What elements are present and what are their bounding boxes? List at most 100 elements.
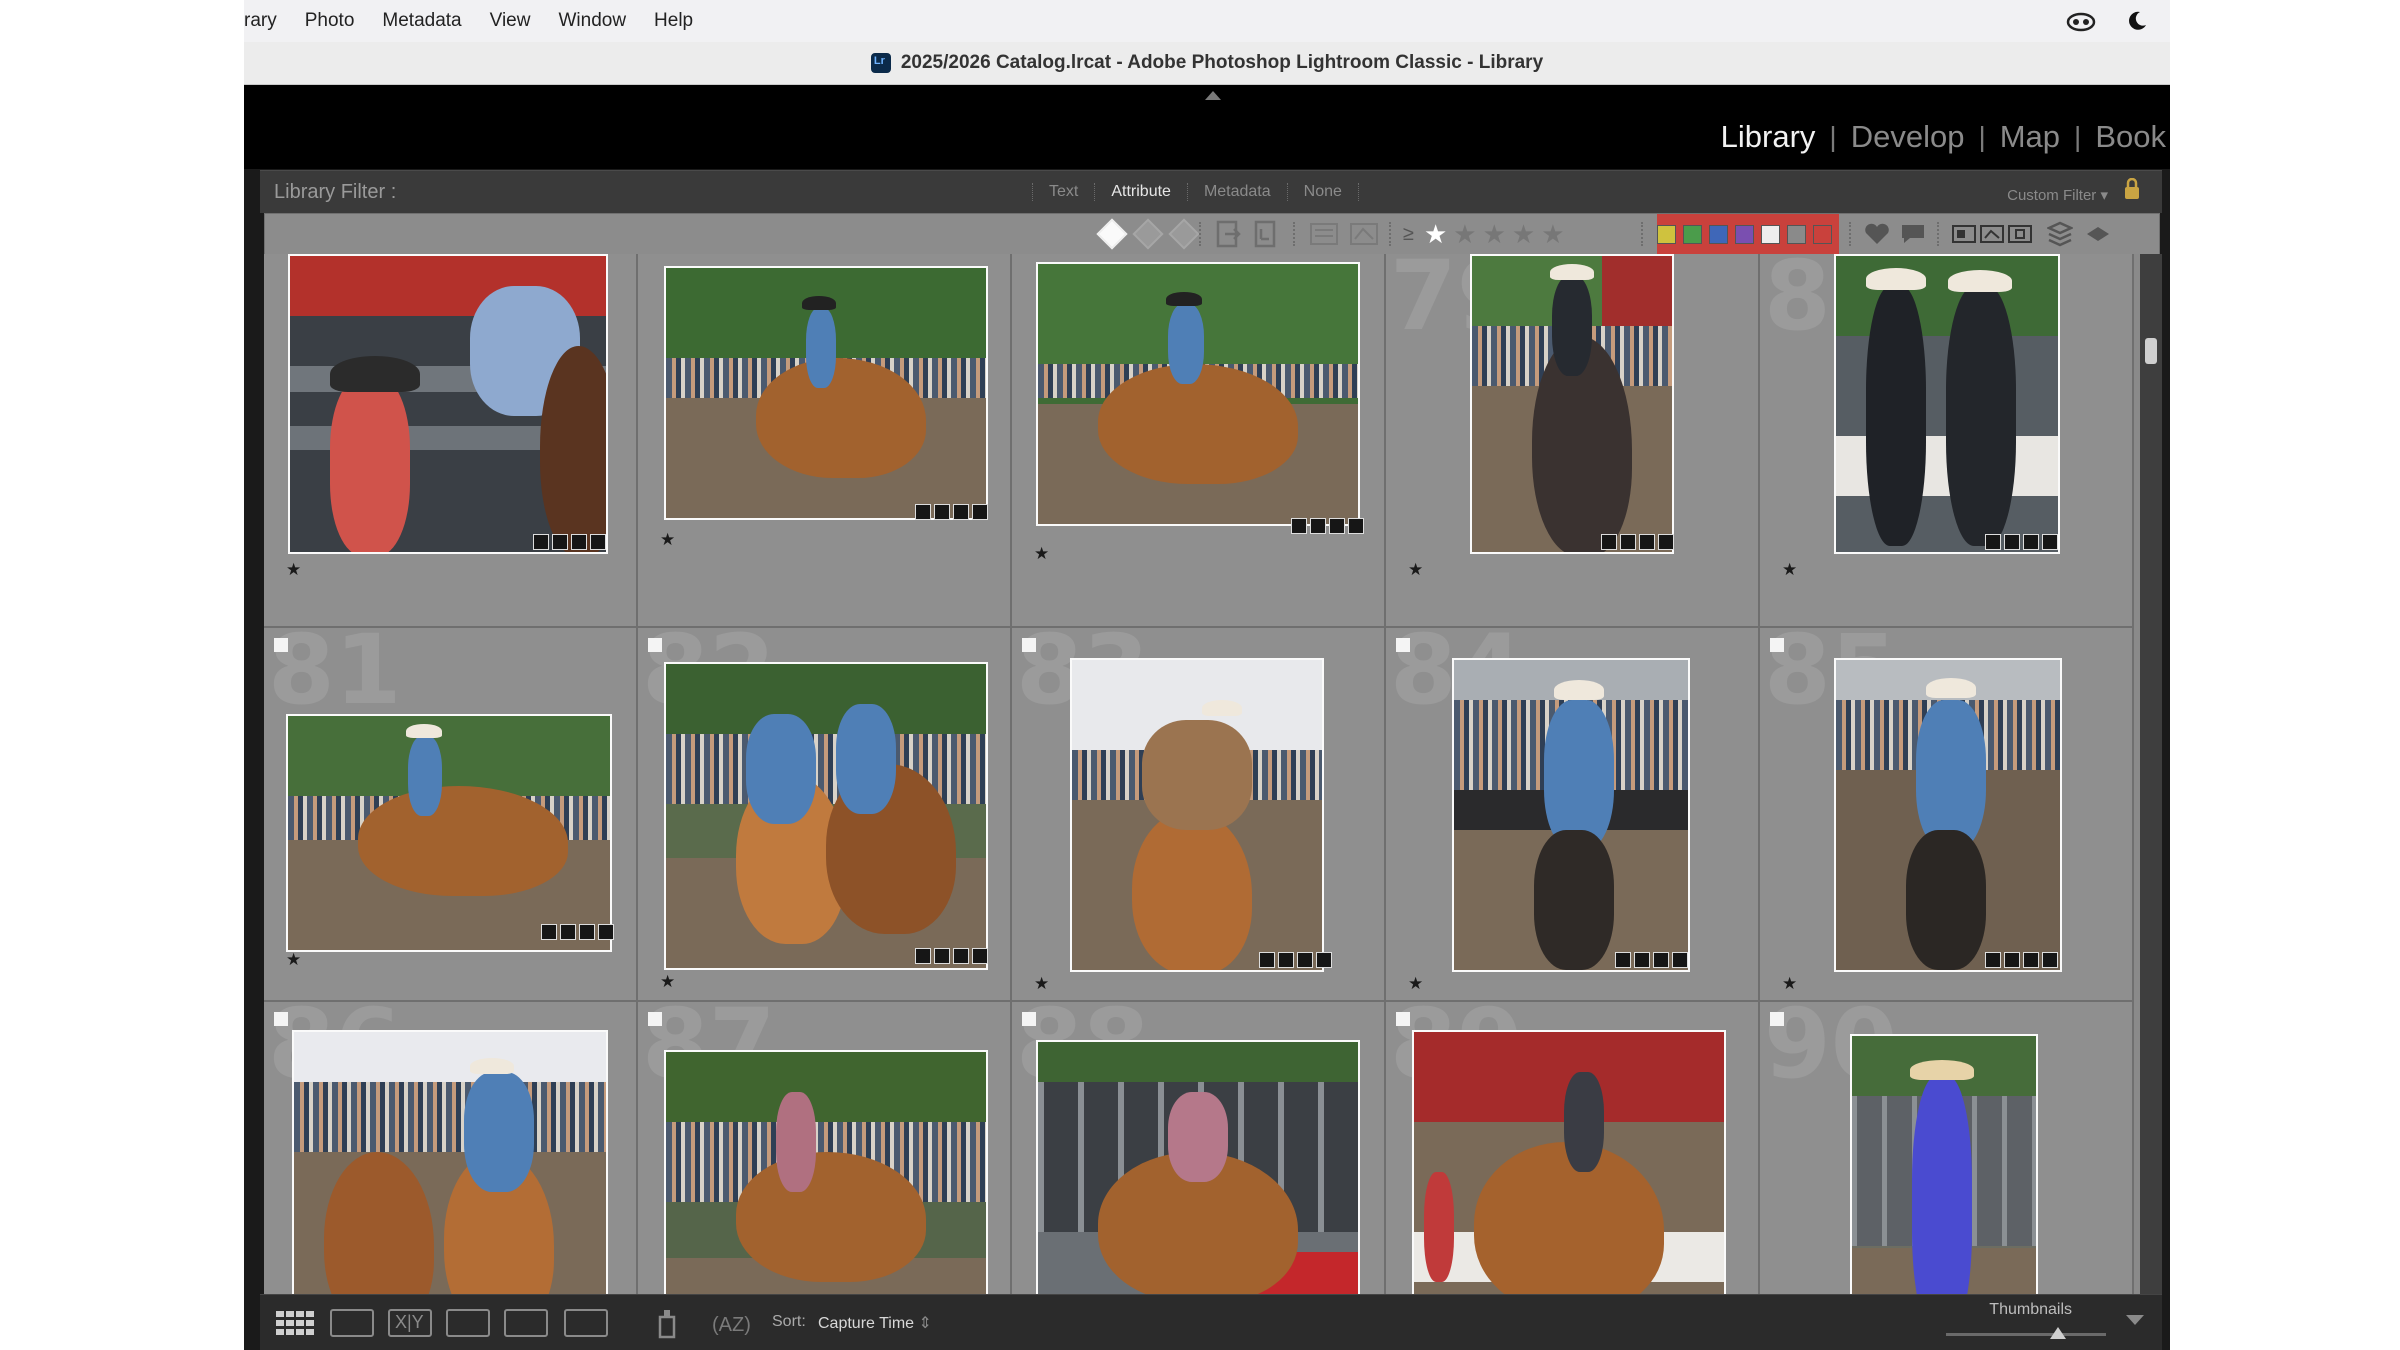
grid-cell[interactable]: 87 [638,1002,1012,1294]
stack-icon[interactable] [2047,220,2073,248]
flag-icon[interactable] [1022,638,1036,652]
module-map[interactable]: Map [2000,119,2060,155]
master-kind-icon[interactable] [1951,222,1977,246]
grid-view-icon[interactable] [274,1309,318,1337]
sort-direction-icon[interactable]: (AZ) [710,1307,754,1339]
module-book[interactable]: Book [2095,119,2166,155]
rejected-filter-icon[interactable] [1168,218,1200,250]
toolbar-options-chevron-icon[interactable] [2126,1315,2144,1325]
rating-star-3[interactable]: ★ [1483,221,1506,247]
filter-tab-metadata[interactable]: Metadata [1186,183,1287,201]
scrollbar-thumb[interactable] [2145,338,2157,364]
unflagged-filter-icon[interactable] [1132,218,1164,250]
module-develop[interactable]: Develop [1851,119,1965,155]
grid-cell[interactable]: 79 ★ [1386,254,1760,628]
sort-dropdown[interactable]: Capture Time ⇕ [818,1313,932,1333]
flag-icon[interactable] [274,638,288,652]
people-view-button[interactable] [504,1309,548,1337]
menu-metadata[interactable]: Metadata [368,10,475,32]
menu-photo[interactable]: Photo [291,10,369,32]
virtual-copy-filter-icon[interactable] [1309,219,1341,249]
thumbnail-image[interactable] [1850,1034,2038,1294]
heart-icon[interactable] [1863,222,1891,246]
color-label-red[interactable] [1657,224,1676,244]
flag-icon[interactable] [274,1012,288,1026]
thumbnail-image[interactable] [664,662,988,970]
cell-rating[interactable]: ★ [1782,974,1797,994]
thumbnail-image[interactable] [1070,658,1324,972]
rating-star-1[interactable]: ★ [1424,221,1447,247]
creative-cloud-icon[interactable] [2066,10,2096,32]
flagged-filter-icon[interactable] [1096,218,1128,250]
thumbnail-image[interactable] [1452,658,1690,972]
flag-icon[interactable] [1770,1012,1784,1026]
color-label-green[interactable] [1709,224,1728,244]
grid-cell[interactable]: 83 ★ [1012,628,1386,1002]
thumbnail-image[interactable] [1036,1040,1360,1294]
filter-tab-none[interactable]: None [1286,183,1359,201]
grid-cell[interactable]: 90 [1760,1002,2134,1294]
secondary-display-button[interactable] [564,1309,608,1337]
lock-icon[interactable] [2124,178,2140,200]
compare-view-button[interactable]: X|Y [388,1309,432,1337]
thumbnail-image[interactable] [286,714,612,952]
filter-preset-dropdown[interactable]: Custom Filter ▾ [2007,186,2108,204]
flag-icon[interactable] [1770,638,1784,652]
color-label-custom[interactable] [1787,224,1806,244]
grid-cell[interactable]: 85 ★ [1760,628,2134,1002]
flag-icon[interactable] [1022,1012,1036,1026]
cell-rating[interactable]: ★ [286,560,301,580]
comment-icon[interactable] [1899,222,1927,246]
cell-rating[interactable]: ★ [1034,544,1049,564]
rating-star-4[interactable]: ★ [1512,221,1535,247]
unedited-filter-icon[interactable] [1253,219,1279,249]
module-library[interactable]: Library [1721,119,1816,155]
menu-help[interactable]: Help [640,10,707,32]
grid-cell[interactable]: 86 [264,1002,638,1294]
rating-operator[interactable]: ≥ [1403,223,1414,246]
video-kind-icon[interactable] [2007,222,2033,246]
menu-view[interactable]: View [476,10,545,32]
grid-cell[interactable]: ★ [638,254,1012,628]
color-label-blue[interactable] [1735,224,1754,244]
rating-star-5[interactable]: ★ [1541,221,1564,247]
grid-cell[interactable]: 84 ★ [1386,628,1760,1002]
edited-filter-icon[interactable] [1215,219,1241,249]
thumbnail-image[interactable] [1412,1030,1726,1294]
thumbnail-image[interactable] [1834,658,2062,972]
grid-scrollbar[interactable] [2140,254,2162,1294]
grid-cell[interactable]: 81 ★ [264,628,638,1002]
grid-cell[interactable]: 82 ★ [638,628,1012,1002]
menu-window[interactable]: Window [544,10,640,32]
filter-tab-text[interactable]: Text [1032,183,1094,201]
cell-rating[interactable]: ★ [1782,560,1797,580]
thumbnail-image[interactable] [1834,254,2060,554]
flag-icon[interactable] [1396,1012,1410,1026]
filter-tab-attribute[interactable]: Attribute [1094,183,1187,201]
thumbnail-size-slider-knob[interactable] [2050,1327,2066,1339]
thumbnail-image[interactable] [292,1030,608,1294]
color-label-none[interactable] [1813,224,1832,244]
grid-cell[interactable]: ★ [1012,254,1386,628]
thumbnail-size-slider[interactable] [1946,1333,2106,1336]
virtual-copy-kind-icon[interactable] [1979,222,2005,246]
cell-rating[interactable]: ★ [660,972,675,992]
cell-rating[interactable]: ★ [1408,974,1423,994]
thumbnail-image[interactable] [1036,262,1360,526]
cell-rating[interactable]: ★ [286,950,301,970]
grid-cell[interactable]: 88 [1012,1002,1386,1294]
flag-icon[interactable] [648,638,662,652]
cell-rating[interactable]: ★ [660,530,675,550]
filter-options-icon[interactable] [2085,222,2111,246]
color-label-yellow[interactable] [1683,224,1702,244]
collapse-top-panel-icon[interactable] [1205,91,1221,100]
grid-cell[interactable]: ★ [264,254,638,628]
cell-rating[interactable]: ★ [1034,974,1049,994]
painter-icon[interactable] [656,1307,678,1339]
thumbnail-image[interactable] [664,266,988,520]
thumbnail-image[interactable] [664,1050,988,1294]
flag-icon[interactable] [648,1012,662,1026]
survey-view-button[interactable] [446,1309,490,1337]
rating-star-2[interactable]: ★ [1453,221,1476,247]
grid-cell[interactable]: 89 [1386,1002,1760,1294]
